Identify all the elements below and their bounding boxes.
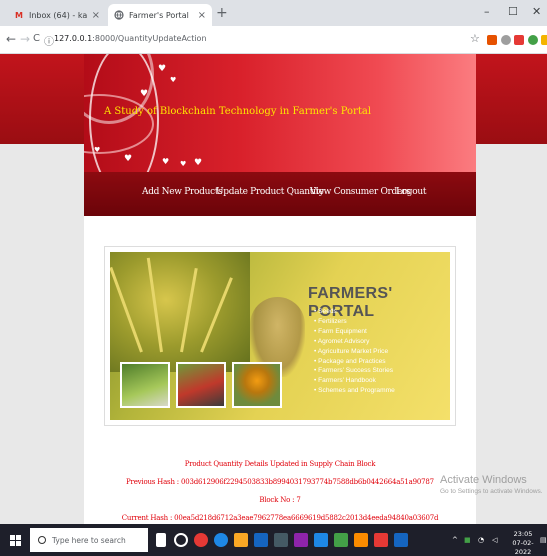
current-hash: Current Hash : 00ea5d218d6712a3eae796277… [121, 514, 439, 522]
watermark-line2: Go to Settings to activate Windows. [440, 488, 543, 495]
app-icon[interactable] [374, 533, 388, 547]
extension-icon[interactable] [514, 35, 524, 45]
nav-add-new-products[interactable]: Add New Products [142, 187, 223, 197]
reload-button[interactable]: C [33, 33, 40, 44]
banner-list-item: Farmers' Success Stories [314, 366, 395, 376]
side-band-left [0, 54, 84, 144]
task-view-icon[interactable] [174, 533, 188, 547]
previous-hash: Previous Hash : 003d612906f2294503833b89… [126, 478, 434, 486]
tab-title: Farmer's Portal [129, 10, 189, 20]
farmers-portal-banner: FARMERS' PORTAL Seeds Fertilizers Farm E… [110, 252, 450, 420]
gmail-icon: M [15, 10, 23, 20]
site-header: ♥ ♥ ♥ ♥ ♥ ♥ ♥ ♥ A Study of Blockchain Te… [84, 54, 476, 172]
nav-logout[interactable]: Logout [396, 187, 427, 197]
app-icon[interactable] [314, 533, 328, 547]
back-button[interactable]: ← [6, 32, 16, 46]
tray-chevron-icon[interactable]: ^ [452, 536, 458, 544]
windows-start-icon[interactable] [10, 535, 21, 546]
tab-gmail[interactable]: M Inbox (64) - kaleem.mmd@gma × [8, 4, 106, 26]
file-explorer-icon[interactable] [234, 533, 248, 547]
app-icon[interactable] [354, 533, 368, 547]
banner-list-item: Package and Practices [314, 357, 395, 367]
banner-list-item: Farm Equipment [314, 327, 395, 337]
site-info-icon[interactable]: ⓘ [44, 33, 54, 48]
tractor-photo [176, 362, 226, 408]
close-window-button[interactable]: ✕ [532, 5, 541, 18]
forward-button[interactable]: → [20, 32, 30, 46]
app-icon[interactable] [294, 533, 308, 547]
block-number: Block No : 7 [259, 496, 301, 504]
opera-icon[interactable] [194, 533, 208, 547]
activate-windows-watermark: Activate Windows Go to Settings to activ… [440, 474, 543, 495]
url-host: 127.0.0.1 [54, 34, 93, 43]
main-nav: Add New Products Update Product Quantity… [84, 172, 476, 216]
bookmark-star-icon[interactable]: ☆ [470, 32, 480, 45]
tray-app-icon[interactable]: ■ [464, 536, 471, 544]
tab-title: Inbox (64) - kaleem.mmd@gma [29, 10, 88, 20]
address-bar: ← → C ⓘ 127.0.0.1:8000/QuantityUpdateAct… [0, 26, 547, 54]
browser-tab-bar: M Inbox (64) - kaleem.mmd@gma × Farmer's… [0, 0, 547, 26]
clock-date: 07-02-2022 [512, 539, 534, 556]
extension-icon[interactable] [528, 35, 538, 45]
store-icon[interactable] [254, 533, 268, 547]
new-tab-button[interactable]: + [216, 5, 228, 21]
wheat-image [110, 252, 250, 372]
close-tab-icon[interactable]: × [92, 10, 100, 21]
banner-list-item: Farmers' Handbook [314, 376, 395, 386]
edge-icon[interactable] [214, 533, 228, 547]
notification-icon[interactable]: ▤ [540, 536, 547, 544]
site-title: A Study of Blockchain Technology in Farm… [104, 106, 372, 117]
windows-taskbar: Type here to search ^ ■ ◔ ◁ 23:05 07-02-… [0, 524, 547, 556]
url-field[interactable]: 127.0.0.1:8000/QuantityUpdateAction [54, 34, 207, 43]
extension-icon[interactable] [501, 35, 511, 45]
banner-list-item: Seeds [314, 307, 395, 317]
app-icon[interactable] [274, 533, 288, 547]
clock-time: 23:05 [513, 530, 533, 538]
watermark-line1: Activate Windows [440, 474, 527, 486]
search-icon [38, 536, 46, 544]
banner-frame: FARMERS' PORTAL Seeds Fertilizers Farm E… [104, 246, 456, 426]
taskbar-search-input[interactable]: Type here to search [30, 528, 148, 552]
search-placeholder: Type here to search [52, 535, 126, 545]
extension-icon[interactable] [487, 35, 497, 45]
side-band-right [476, 54, 547, 144]
network-icon[interactable]: ◔ [478, 536, 484, 544]
close-tab-icon[interactable]: × [198, 10, 206, 21]
result-heading: Product Quantity Details Updated in Supp… [184, 460, 376, 468]
banner-list-item: Agromet Advisory [314, 337, 395, 347]
word-icon[interactable] [394, 533, 408, 547]
mic-icon[interactable] [156, 533, 166, 547]
page-body: ♥ ♥ ♥ ♥ ♥ ♥ ♥ ♥ A Study of Blockchain Te… [0, 54, 547, 524]
globe-icon [114, 10, 124, 20]
tab-farmers-portal[interactable]: Farmer's Portal × [108, 4, 212, 26]
minimize-button[interactable]: – [484, 5, 490, 18]
app-icon[interactable] [334, 533, 348, 547]
banner-list: Seeds Fertilizers Farm Equipment Agromet… [314, 307, 395, 396]
farmer-photo [120, 362, 170, 408]
banner-list-item: Fertilizers [314, 317, 395, 327]
extension-icon[interactable] [541, 35, 547, 45]
volume-icon[interactable]: ◁ [492, 536, 497, 544]
taskbar-clock[interactable]: 23:05 07-02-2022 [508, 530, 538, 556]
banner-list-item: Schemes and Programme [314, 386, 395, 396]
maximize-button[interactable]: ☐ [508, 5, 518, 18]
banner-list-item: Agriculture Market Price [314, 347, 395, 357]
nav-update-product-quantity[interactable]: Update Product Quantity [216, 187, 324, 197]
main-content: FARMERS' PORTAL Seeds Fertilizers Farm E… [84, 216, 476, 524]
farmer-turban-photo [232, 362, 282, 408]
url-path: :8000/QuantityUpdateAction [92, 34, 207, 43]
